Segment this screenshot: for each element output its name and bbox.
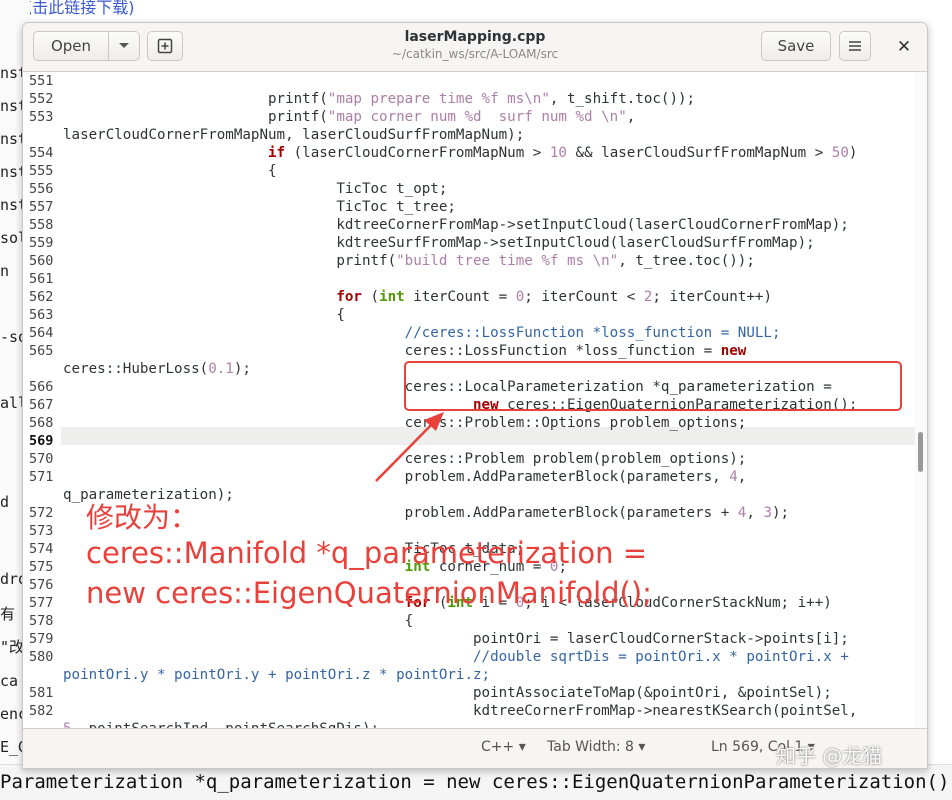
annotation-code-line-2: new ceres::EigenQuaternionManifold(); (86, 576, 652, 610)
annotation-heading: 修改为： (86, 501, 199, 534)
watermark: 知乎 @龙猫 (776, 744, 883, 768)
annotation-arrow-icon (375, 412, 444, 482)
annotation-code-line-1: ceres::Manifold *q_parameterization = (86, 536, 648, 570)
